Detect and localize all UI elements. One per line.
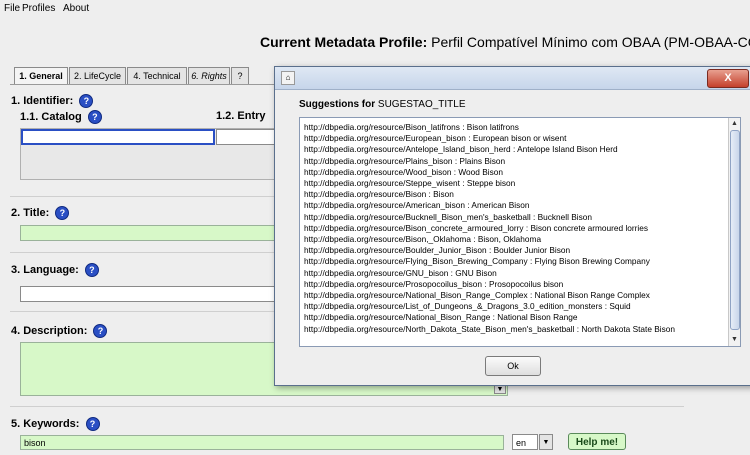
keyword-lang-select[interactable]: en bbox=[512, 434, 538, 450]
menu-file[interactable]: File bbox=[4, 3, 20, 14]
entry-cell[interactable] bbox=[216, 129, 277, 145]
suggestion-item[interactable]: http://dbpedia.org/resource/Bison,_Oklah… bbox=[304, 234, 724, 245]
suggestion-item[interactable]: http://dbpedia.org/resource/Plains_bison… bbox=[304, 156, 724, 167]
tab-general[interactable]: 1. General bbox=[14, 67, 68, 84]
profile-label: Current Metadata Profile: bbox=[260, 34, 428, 50]
menu-about[interactable]: About bbox=[63, 3, 89, 14]
suggestion-item[interactable]: http://dbpedia.org/resource/Steppe_wisen… bbox=[304, 178, 724, 189]
entry-label: 1.2. Entry bbox=[216, 110, 266, 122]
help-icon[interactable]: ? bbox=[84, 263, 99, 277]
identifier-table bbox=[20, 128, 278, 180]
separator bbox=[10, 252, 274, 253]
suggestion-item[interactable]: http://dbpedia.org/resource/American_bis… bbox=[304, 200, 724, 211]
tab-more[interactable]: ? bbox=[231, 67, 249, 84]
title-field[interactable] bbox=[20, 225, 276, 241]
suggestion-item[interactable]: http://dbpedia.org/resource/Antelope_Isl… bbox=[304, 144, 724, 155]
separator bbox=[10, 406, 684, 407]
dialog-heading-field: SUGESTAO_TITLE bbox=[377, 99, 466, 110]
description-section: 4. Description: ? bbox=[11, 324, 108, 338]
suggestion-item[interactable]: http://dbpedia.org/resource/Prosopocoilu… bbox=[304, 279, 724, 290]
help-icon[interactable]: ? bbox=[93, 324, 108, 338]
tab-technical[interactable]: 4. Technical bbox=[127, 67, 187, 84]
help-me-button[interactable]: Help me! bbox=[568, 433, 626, 450]
language-field[interactable] bbox=[20, 286, 276, 302]
chevron-down-icon[interactable]: ▼ bbox=[539, 434, 553, 450]
menu-bar: File Profiles About bbox=[0, 0, 750, 16]
suggestion-item[interactable]: http://dbpedia.org/resource/North_Dakota… bbox=[304, 324, 724, 335]
suggestion-item[interactable]: http://dbpedia.org/resource/Bison_latifr… bbox=[304, 122, 724, 133]
language-section: 3. Language: ? bbox=[11, 263, 99, 277]
suggestion-item[interactable]: http://dbpedia.org/resource/Bison : Biso… bbox=[304, 189, 724, 200]
title-section: 2. Title: ? bbox=[11, 206, 70, 220]
separator bbox=[10, 196, 274, 197]
suggestion-item[interactable]: http://dbpedia.org/resource/Flying_Bison… bbox=[304, 256, 724, 267]
scroll-down-icon[interactable]: ▼ bbox=[729, 335, 740, 345]
dialog-heading-label: Suggestions for bbox=[299, 99, 376, 110]
scrollbar-thumb[interactable] bbox=[730, 130, 740, 330]
identifier-section: 1. Identifier: ? bbox=[11, 94, 94, 108]
menu-profiles[interactable]: Profiles bbox=[22, 3, 55, 14]
suggestions-list[interactable]: http://dbpedia.org/resource/Bison_latifr… bbox=[299, 117, 741, 347]
app-icon: ⌂ bbox=[281, 71, 295, 85]
help-icon[interactable]: ? bbox=[79, 94, 94, 108]
separator bbox=[10, 311, 274, 312]
suggestions-items: http://dbpedia.org/resource/Bison_latifr… bbox=[304, 122, 724, 335]
scroll-up-icon[interactable]: ▲ bbox=[729, 119, 740, 129]
keywords-label: 5. Keywords: bbox=[11, 417, 80, 430]
suggestion-item[interactable]: http://dbpedia.org/resource/Boulder_Juni… bbox=[304, 245, 724, 256]
keywords-section: 5. Keywords: ? bbox=[11, 417, 100, 431]
description-label: 4. Description: bbox=[11, 324, 88, 337]
ok-button[interactable]: Ok bbox=[485, 356, 541, 376]
suggestion-item[interactable]: http://dbpedia.org/resource/List_of_Dung… bbox=[304, 301, 724, 312]
tab-lifecycle[interactable]: 2. LifeCycle bbox=[69, 67, 126, 84]
suggestion-item[interactable]: http://dbpedia.org/resource/National_Bis… bbox=[304, 290, 724, 301]
dialog-titlebar[interactable]: ⌂ X bbox=[275, 67, 750, 90]
close-icon[interactable]: X bbox=[707, 69, 749, 88]
tab-rights[interactable]: 6. Rights bbox=[188, 67, 230, 84]
suggestion-item[interactable]: http://dbpedia.org/resource/Bucknell_Bis… bbox=[304, 212, 724, 223]
profile-name: Perfil Compatível Mínimo com OBAA (PM-OB… bbox=[431, 34, 750, 50]
language-label: 3. Language: bbox=[11, 263, 79, 276]
catalog-label: 1.1. Catalog bbox=[20, 110, 82, 123]
catalog-header: 1.1. Catalog ? bbox=[20, 110, 102, 124]
profile-heading: Current Metadata Profile: Perfil Compatí… bbox=[260, 34, 750, 50]
dialog-heading: Suggestions for SUGESTAO_TITLE bbox=[299, 99, 466, 110]
help-icon[interactable]: ? bbox=[55, 206, 70, 220]
vertical-scrollbar[interactable]: ▲ ▼ bbox=[728, 118, 740, 346]
suggestion-item[interactable]: http://dbpedia.org/resource/Wood_bison :… bbox=[304, 167, 724, 178]
suggestions-dialog: ⌂ X Suggestions for SUGESTAO_TITLE http:… bbox=[274, 66, 750, 386]
identifier-label: 1. Identifier: bbox=[11, 94, 74, 107]
keyword-input[interactable]: bison bbox=[20, 435, 504, 450]
help-icon[interactable]: ? bbox=[85, 417, 100, 431]
suggestion-item[interactable]: http://dbpedia.org/resource/Bison_concre… bbox=[304, 223, 724, 234]
suggestion-item[interactable]: http://dbpedia.org/resource/National_Bis… bbox=[304, 312, 724, 323]
title-label: 2. Title: bbox=[11, 206, 50, 219]
catalog-cell[interactable] bbox=[21, 129, 215, 145]
help-icon[interactable]: ? bbox=[87, 110, 102, 124]
suggestion-item[interactable]: http://dbpedia.org/resource/GNU_bison : … bbox=[304, 268, 724, 279]
suggestion-item[interactable]: http://dbpedia.org/resource/European_bis… bbox=[304, 133, 724, 144]
entry-header: 1.2. Entry bbox=[216, 110, 266, 122]
